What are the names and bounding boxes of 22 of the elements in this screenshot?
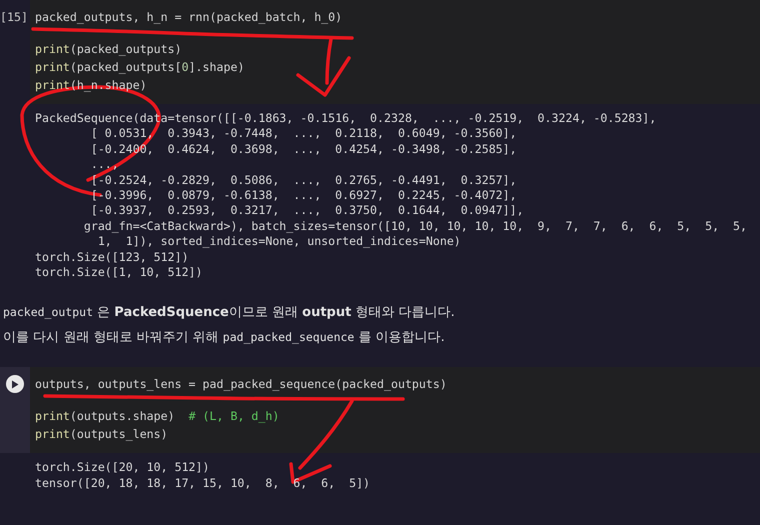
code-line: print(outputs.shape) # (L, B, d_h) — [35, 408, 280, 424]
text-paragraph: packed_output 은 PackedSquence이므로 원래 output 형태와 다릅니다. — [3, 304, 456, 322]
output-line: torch.Size([20, 10, 512]) — [35, 460, 211, 476]
output-line: [ 0.0531, 0.3943, -0.7448, ..., 0.2118, 0.6049, -0.3560], — [90, 126, 518, 142]
output-line: [-0.3996, 0.0879, -0.6138, ..., 0.6927, 0.2245, -0.4072], — [90, 188, 518, 204]
code-line: outputs, outputs_lens = pad_packed_sequence(packed_outputs) — [35, 376, 447, 392]
hand-drawn-arrow — [296, 37, 351, 97]
output-line: grad_fn=<CatBackward>), batch_sizes=tensor([10, 10, 10, 10, 10, 9, 7, 7, 6, 6, 5, 5, 5, — [82, 218, 748, 234]
output-line: [-0.2524, -0.2829, 0.5086, ..., 0.2765, -0.4491, 0.3257], — [90, 172, 518, 188]
code-line: print(outputs_lens) — [35, 426, 168, 442]
execution-count: [15] — [0, 9, 28, 26]
output-line: torch.Size([1, 10, 512]) — [35, 265, 204, 280]
code-editor[interactable]: outputs, outputs_lens = pad_packed_sequence(packed_outputs) print(outputs.shape) # (L, B, d_h) print(outputs_lens) — [30, 367, 760, 454]
output-line: 1, 1]), sorted_indices=None, unsorted_indices=None) — [96, 234, 462, 250]
code-line: print(packed_outputs) — [35, 41, 182, 57]
output-line: [-0.3937, 0.2593, 0.3217, ..., 0.3750, 0.1644, 0.0947]], — [90, 203, 525, 219]
code-line: print(packed_outputs[0].shape) — [35, 59, 244, 75]
output-line: torch.Size([123, 512]) — [35, 250, 190, 266]
play-icon — [11, 380, 19, 389]
code-line: packed_outputs, h_n = rnn(packed_batch, h_0) — [35, 9, 342, 25]
run-button[interactable] — [6, 375, 24, 394]
text-paragraph: 이를 다시 원래 형태로 바꿔주기 위해 pad_packed_sequence 를 이용합니다. — [3, 329, 446, 348]
